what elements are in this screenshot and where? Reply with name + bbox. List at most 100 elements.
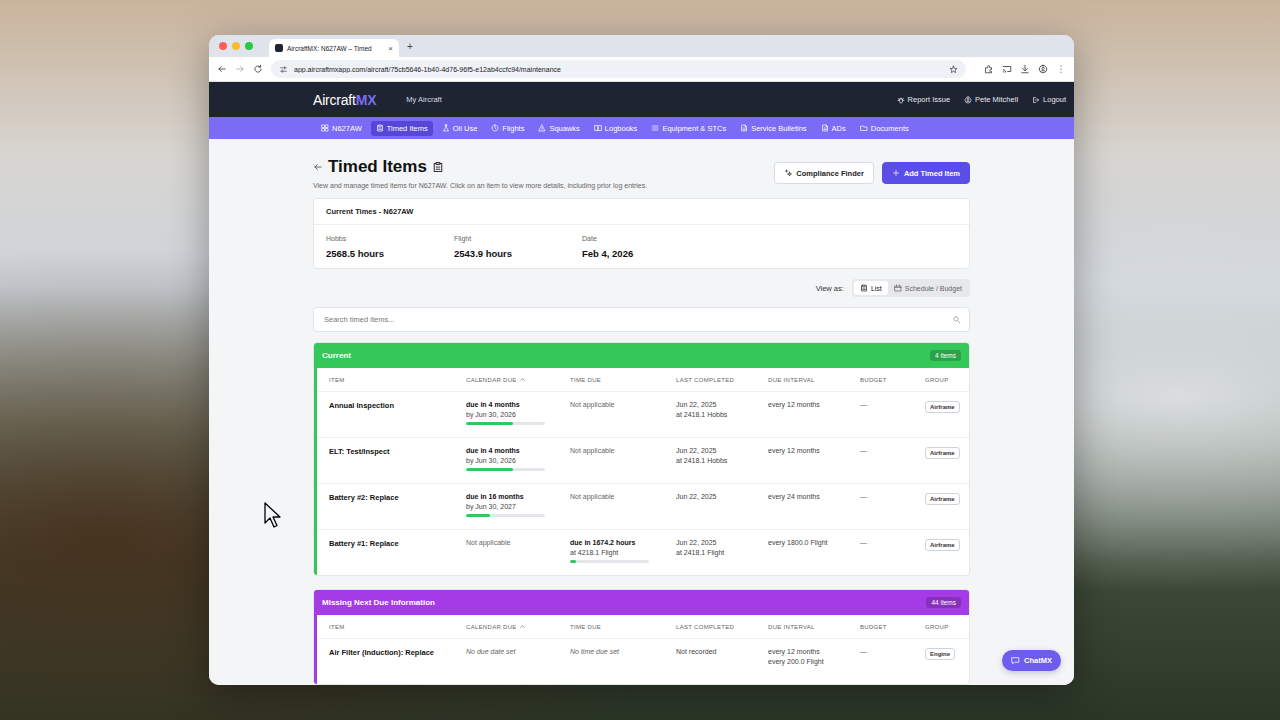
column-header[interactable]: DUE INTERVAL (768, 624, 860, 630)
download-icon[interactable] (1020, 64, 1030, 74)
nav-item[interactable]: Documents (855, 121, 914, 136)
column-header[interactable]: TIME DUE (570, 377, 676, 383)
column-header[interactable]: BUDGET (860, 624, 925, 630)
table-row[interactable]: Annual Inspectiondue in 4 monthsby Jun 3… (317, 391, 969, 437)
nav-item[interactable]: Service Bulletins (735, 121, 811, 136)
cast-icon[interactable] (1002, 64, 1012, 74)
nav-item[interactable]: Squawks (533, 121, 584, 136)
nav-item[interactable]: Oil Use (437, 121, 483, 136)
desktop-wallpaper: AircraftMX: N627AW – Timed × + app.aircraft… (0, 0, 1280, 720)
due-interval-cell: every 12 months (768, 447, 860, 454)
close-window-button[interactable] (219, 42, 227, 50)
column-header[interactable]: GROUP (925, 377, 969, 383)
forward-arrow-icon[interactable] (235, 64, 245, 74)
reload-icon[interactable] (253, 64, 263, 74)
search-input[interactable] (322, 314, 952, 325)
tab-close-button[interactable]: × (388, 44, 393, 53)
header-action[interactable]: Report Issue (897, 95, 951, 104)
bookmark-star-icon[interactable] (949, 65, 958, 74)
browser-tab[interactable]: AircraftMX: N627AW – Timed × (269, 39, 399, 57)
logo[interactable]: AircraftMX (313, 92, 376, 108)
column-header[interactable]: LAST COMPLETED (676, 624, 768, 630)
header-action[interactable]: Logout (1032, 95, 1066, 104)
column-header[interactable]: BUDGET (860, 377, 925, 383)
triangle-icon (538, 124, 546, 132)
minimize-window-button[interactable] (232, 42, 240, 50)
view-option[interactable]: List (854, 281, 888, 295)
column-header[interactable]: ITEM (329, 377, 466, 383)
due-cell: due in 16 monthsby Jun 30, 2027 (466, 493, 570, 517)
extensions-puzzle-icon[interactable] (984, 64, 994, 74)
table-row[interactable]: ELT: Test/Inspectdue in 4 monthsby Jun 3… (317, 437, 969, 483)
column-header[interactable]: CALENDAR DUE (466, 376, 570, 383)
new-tab-button[interactable]: + (407, 41, 413, 52)
clock-icon (491, 124, 499, 132)
nav-item[interactable]: N627AW (316, 121, 367, 136)
last-completed-cell: Jun 22, 2025at 2418.1 Flight (676, 539, 768, 556)
budget-cell: — (860, 493, 925, 500)
tab-title: AircraftMX: N627AW – Timed (287, 45, 384, 52)
section-header: Missing Next Due Information44 items (314, 590, 969, 615)
folder-icon (860, 124, 868, 132)
search-icon (952, 315, 961, 324)
tab-bar: AircraftMX: N627AW – Timed × + (209, 35, 1074, 57)
budget-cell: — (860, 447, 925, 454)
card-title: Current Times - N627AW (314, 199, 969, 225)
column-header[interactable]: GROUP (925, 624, 969, 630)
group-cell: Airframe (925, 447, 969, 459)
nav-item[interactable]: ADs (816, 121, 851, 136)
address-bar[interactable]: app.aircraftmxapp.com/aircraft/75cb5646-… (271, 60, 966, 78)
app: AircraftMX My Aircraft Report Issue Pete … (209, 82, 1074, 685)
item-name: Annual Inspection (329, 401, 466, 410)
header-action[interactable]: Pete Mitchell (964, 95, 1018, 104)
table-row[interactable]: Battery #1: ReplaceNot applicabledue in … (317, 529, 969, 575)
column-header[interactable]: ITEM (329, 624, 466, 630)
column-header[interactable]: TIME DUE (570, 624, 676, 630)
nav-item[interactable]: Flights (486, 121, 529, 136)
due-progress (466, 422, 545, 425)
last-completed-cell: Jun 22, 2025at 2418.1 Hobbs (676, 401, 768, 418)
back-arrow-icon[interactable] (217, 64, 227, 74)
site-settings-icon[interactable] (279, 65, 288, 74)
user-icon (964, 96, 972, 104)
compliance-finder-button[interactable]: Compliance Finder (774, 162, 874, 184)
column-header[interactable]: CALENDAR DUE (466, 623, 570, 630)
favicon-icon (275, 44, 283, 52)
budget-cell: — (860, 648, 925, 655)
time-field: Flight2543.9 hours (454, 235, 582, 259)
nav-item[interactable]: Equipment & STCs (646, 121, 731, 136)
group-tag: Airframe (925, 493, 960, 505)
search-field[interactable] (313, 307, 970, 332)
chat-button[interactable]: ChatMX (1002, 650, 1061, 671)
sort-ascending-icon (519, 376, 526, 383)
items-section: Missing Next Due Information44 itemsITEM… (313, 589, 970, 685)
due-cell: No time due set (570, 648, 676, 655)
view-option[interactable]: Schedule / Budget (888, 281, 968, 295)
zoom-window-button[interactable] (245, 42, 253, 50)
due-cell: due in 4 monthsby Jun 30, 2026 (466, 447, 570, 471)
nav-item[interactable]: Timed Items (371, 121, 433, 136)
due-cell: No due date set (466, 648, 570, 655)
profile-icon[interactable] (1038, 64, 1048, 74)
due-progress (570, 560, 649, 563)
my-aircraft-link[interactable]: My Aircraft (406, 95, 441, 104)
menu-kebab-icon[interactable] (1056, 64, 1066, 74)
mouse-pointer-icon (264, 502, 282, 528)
due-cell: Not applicable (570, 401, 676, 408)
nav-item[interactable]: Logbooks (589, 121, 643, 136)
table-row[interactable]: Air Filter (Induction): ReplaceNo due da… (317, 638, 969, 684)
due-interval-cell: every 24 months (768, 493, 860, 500)
table-header: ITEM CALENDAR DUE TIME DUE LAST COMPLETE… (317, 615, 969, 638)
column-header[interactable]: LAST COMPLETED (676, 377, 768, 383)
group-cell: Airframe (925, 401, 969, 413)
add-timed-item-button[interactable]: Add Timed Item (882, 162, 970, 184)
back-arrow-icon[interactable] (313, 162, 323, 172)
due-cell: Not applicable (570, 493, 676, 500)
url-text: app.aircraftmxapp.com/aircraft/75cb5646-… (294, 66, 943, 73)
column-header[interactable]: DUE INTERVAL (768, 377, 860, 383)
section-nav: N627AW Timed Items Oil Use Flights Squaw… (209, 117, 1074, 139)
sparkle-icon (784, 169, 792, 177)
clipboard-icon (432, 161, 444, 173)
browser-toolbar: app.aircraftmxapp.com/aircraft/75cb5646-… (209, 57, 1074, 82)
table-row[interactable]: Battery #2: Replacedue in 16 monthsby Ju… (317, 483, 969, 529)
